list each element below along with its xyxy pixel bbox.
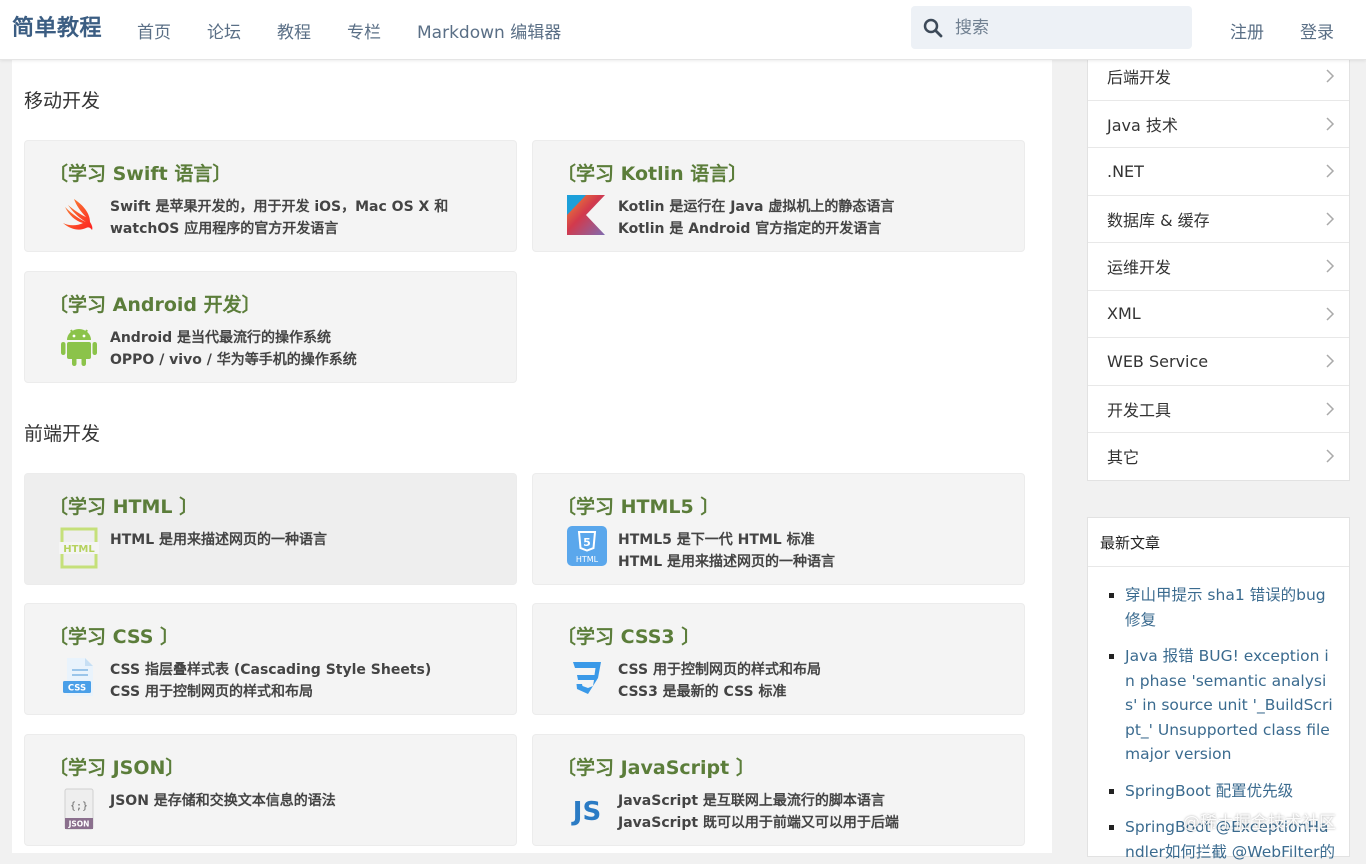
- card-kotlin[interactable]: 〔学习 Kotlin 语言〕 Kotlin 是运行在 Java 虚拟机上的静态语…: [532, 140, 1025, 252]
- main-content: 移动开发 〔学习 Swift 语言〕 Swift 是苹果开发的，用于开发 iOS…: [12, 60, 1052, 853]
- nav-column[interactable]: 专栏: [347, 18, 381, 43]
- article-link[interactable]: SpringBoot 配置优先级: [1125, 779, 1335, 804]
- css-icon: CSS: [63, 658, 93, 696]
- card-title[interactable]: 〔学习 HTML5 〕: [557, 492, 719, 519]
- search-input[interactable]: [953, 16, 1173, 39]
- nav-markdown-editor[interactable]: Markdown 编辑器: [417, 18, 561, 43]
- card-title[interactable]: 〔学习 Swift 语言〕: [49, 159, 231, 186]
- auth-links: 注册 登录: [1230, 0, 1334, 60]
- card-title[interactable]: 〔学习 CSS3 〕: [557, 622, 700, 649]
- category-item-devops[interactable]: 运维开发: [1088, 242, 1349, 290]
- card-description: JavaScript 是互联网上最流行的脚本语言 JavaScript 既可以用…: [618, 793, 899, 831]
- android-icon: [61, 329, 97, 366]
- latest-articles-title: 最新文章: [1088, 518, 1349, 567]
- card-description: Android 是当代最流行的操作系统 OPPO / vivo / 华为等手机的…: [110, 330, 357, 368]
- chevron-right-icon: [1326, 69, 1335, 83]
- category-item-web-service[interactable]: WEB Service: [1088, 337, 1349, 385]
- json-icon: {;} JSON: [64, 788, 94, 830]
- card-html[interactable]: 〔学习 HTML 〕 HTML HTML 是用来描述网页的一种语言: [24, 473, 517, 585]
- card-title[interactable]: 〔学习 Kotlin 语言〕: [557, 159, 747, 186]
- nav-tutorial[interactable]: 教程: [277, 18, 311, 43]
- css3-icon: [573, 662, 601, 694]
- card-description: Swift 是苹果开发的，用于开发 iOS，Mac OS X 和 watchOS…: [110, 199, 449, 237]
- kotlin-icon: [567, 195, 605, 235]
- svg-text:5: 5: [583, 536, 591, 549]
- card-css3[interactable]: 〔学习 CSS3 〕 CSS 用于控制网页的样式和布局 CSS3 是最新的 CS…: [532, 603, 1025, 715]
- chevron-right-icon: [1326, 164, 1335, 178]
- login-link[interactable]: 登录: [1300, 18, 1334, 43]
- svg-text:HTML: HTML: [63, 544, 95, 555]
- card-description: HTML 是用来描述网页的一种语言: [110, 532, 327, 548]
- category-item-xml[interactable]: XML: [1088, 289, 1349, 338]
- card-title[interactable]: 〔学习 CSS 〕: [49, 622, 179, 649]
- chevron-right-icon: [1326, 259, 1335, 273]
- card-javascript[interactable]: 〔学习 JavaScript 〕 JS JavaScript 是互联网上最流行的…: [532, 734, 1025, 846]
- search-icon: [923, 18, 943, 37]
- register-link[interactable]: 注册: [1230, 18, 1264, 43]
- html5-icon: 5 HTML: [567, 526, 607, 566]
- section-title-frontend: 前端开发: [24, 423, 101, 445]
- top-header: 简单教程 首页 论坛 教程 专栏 Markdown 编辑器 注册 登录: [0, 0, 1366, 60]
- site-logo[interactable]: 简单教程: [12, 10, 102, 42]
- javascript-icon: JS: [571, 797, 601, 827]
- search-box[interactable]: [911, 6, 1192, 49]
- card-swift[interactable]: 〔学习 Swift 语言〕 Swift 是苹果开发的，用于开发 iOS，Mac …: [24, 140, 517, 252]
- card-title[interactable]: 〔学习 Android 开发〕: [49, 290, 261, 317]
- category-item-database[interactable]: 数据库 & 缓存: [1088, 194, 1349, 243]
- chevron-right-icon: [1326, 212, 1335, 226]
- card-title[interactable]: 〔学习 JavaScript 〕: [557, 753, 755, 780]
- card-description: JSON 是存储和交换文本信息的语法: [110, 793, 336, 809]
- category-item-dev-tools[interactable]: 开发工具: [1088, 384, 1349, 433]
- category-item-java[interactable]: Java 技术: [1088, 99, 1349, 148]
- chevron-right-icon: [1326, 117, 1335, 131]
- svg-text:HTML: HTML: [576, 555, 599, 564]
- chevron-right-icon: [1326, 354, 1335, 368]
- category-item-dotnet[interactable]: .NET: [1088, 147, 1349, 195]
- html-icon: HTML: [59, 527, 99, 569]
- svg-text:JSON: JSON: [68, 820, 90, 829]
- main-nav: 首页 论坛 教程 专栏 Markdown 编辑器: [137, 0, 561, 60]
- card-android[interactable]: 〔学习 Android 开发〕 Android 是当代最流行的操作系统 OPPO…: [24, 271, 517, 383]
- swift-icon: [63, 199, 93, 230]
- card-description: Kotlin 是运行在 Java 虚拟机上的静态语言 Kotlin 是 Andr…: [618, 199, 895, 237]
- article-link[interactable]: Java 报错 BUG! exception in phase 'semanti…: [1125, 644, 1335, 767]
- card-json[interactable]: 〔学习 JSON〕 {;} JSON JSON 是存储和交换文本信息的语法: [24, 734, 517, 846]
- card-description: CSS 指层叠样式表 (Cascading Style Sheets) CSS …: [110, 662, 432, 700]
- card-description: HTML5 是下一代 HTML 标准 HTML 是用来描述网页的一种语言: [618, 532, 835, 570]
- card-title[interactable]: 〔学习 HTML 〕: [49, 492, 198, 519]
- article-link[interactable]: 穿山甲提示 sha1 错误的bug修复: [1125, 583, 1335, 632]
- card-description: CSS 用于控制网页的样式和布局 CSS3 是最新的 CSS 标准: [618, 662, 821, 700]
- svg-text:CSS: CSS: [68, 684, 86, 694]
- chevron-right-icon: [1326, 449, 1335, 463]
- card-title[interactable]: 〔学习 JSON〕: [49, 753, 184, 780]
- nav-forum[interactable]: 论坛: [207, 18, 241, 43]
- nav-home[interactable]: 首页: [137, 18, 171, 43]
- svg-text:JS: JS: [571, 797, 601, 827]
- latest-articles-panel: 最新文章 穿山甲提示 sha1 错误的bug修复 Java 报错 BUG! ex…: [1087, 517, 1350, 861]
- category-list: 后端开发 Java 技术 .NET 数据库 & 缓存 运维开发 XML WEB …: [1087, 52, 1350, 481]
- card-css[interactable]: 〔学习 CSS 〕 CSS CSS 指层叠样式表 (Cascading Styl…: [24, 603, 517, 715]
- chevron-right-icon: [1326, 307, 1335, 321]
- chevron-right-icon: [1326, 402, 1335, 416]
- section-title-mobile: 移动开发: [24, 90, 101, 112]
- svg-text:{;}: {;}: [70, 801, 88, 812]
- card-html5[interactable]: 〔学习 HTML5 〕 5 HTML HTML5 是下一代 HTML 标准 HT…: [532, 473, 1025, 585]
- watermark: @稀土掘金技术社区: [1183, 813, 1336, 833]
- category-item-other[interactable]: 其它: [1088, 432, 1349, 480]
